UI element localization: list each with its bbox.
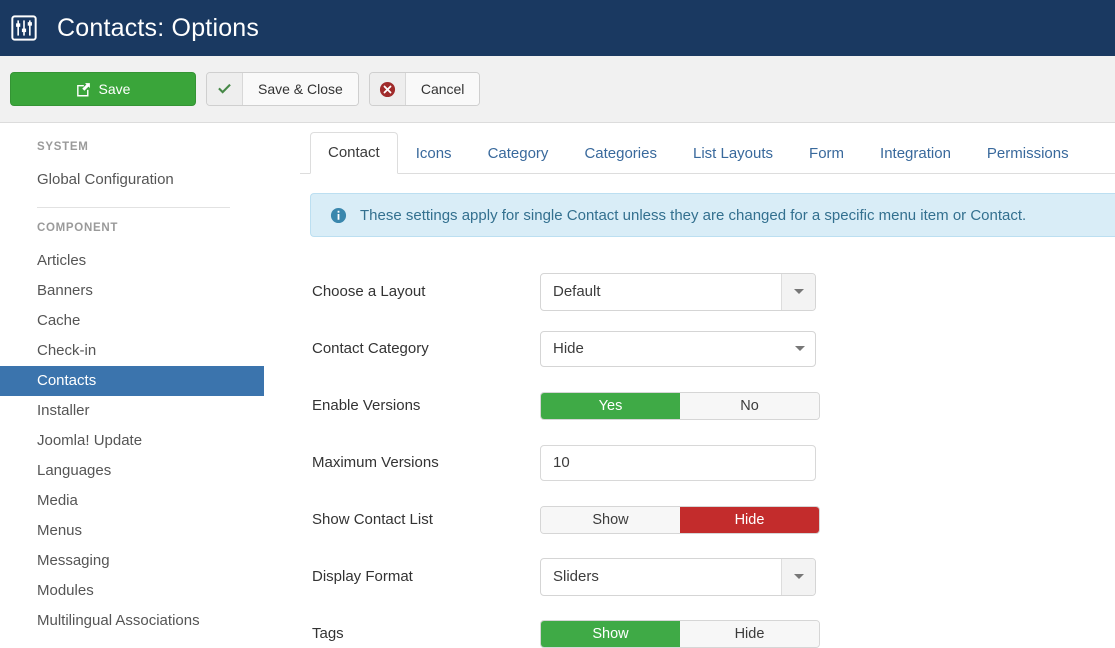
chevron-down-icon[interactable]: [781, 558, 815, 595]
chevron-down-icon[interactable]: [781, 273, 815, 310]
sidebar-component-list: Articles Banners Cache Check-in Contacts Inst…: [0, 246, 300, 636]
caret-glyph: [793, 289, 804, 294]
tab-list-layouts[interactable]: List Layouts: [675, 133, 791, 174]
sidebar-item-modules[interactable]: Modules: [0, 576, 300, 606]
sidebar-item-installer[interactable]: Installer: [0, 396, 300, 426]
field-label-maximum-versions: Maximum Versions: [312, 454, 439, 471]
toggle-option-no-enable-versions[interactable]: No: [680, 392, 819, 419]
form-row-tags: Tags Show Hide: [312, 605, 1115, 648]
form-row-enable-versions: Enable Versions Yes No: [312, 377, 1115, 434]
sidebar-item-multilingual-associations[interactable]: Multilingual Associations: [0, 606, 300, 636]
page-title: Contacts: Options: [57, 13, 260, 42]
field-label-contact-category: Contact Category: [312, 340, 429, 357]
chevron-down-icon: [795, 346, 805, 351]
sidebar-item-cache[interactable]: Cache: [0, 306, 300, 336]
field-label-display-format: Display Format: [312, 568, 413, 585]
sidebar-item-languages[interactable]: Languages: [0, 456, 300, 486]
toggle-option-hide-show-contact-list[interactable]: Hide: [680, 506, 819, 533]
check-icon: [207, 73, 243, 105]
page-header: Contacts: Options: [0, 0, 1115, 56]
form-row-maximum-versions: Maximum Versions: [312, 434, 1115, 491]
select-value-choose-a-layout: Default: [553, 283, 601, 300]
options-sliders-icon: [11, 15, 37, 41]
toggle-option-hide-tags[interactable]: Hide: [680, 620, 819, 647]
tab-icons[interactable]: Icons: [398, 133, 470, 174]
sidebar-item-menus[interactable]: Menus: [0, 516, 300, 546]
toolbar: Save Save & Close Cancel: [0, 56, 1115, 123]
sidebar-item-global-configuration[interactable]: Global Configuration: [0, 165, 300, 195]
cancel-label: Cancel: [405, 73, 480, 105]
form-row-choose-a-layout: Choose a Layout Default: [312, 263, 1115, 320]
sidebar-heading-component: COMPONENT: [37, 222, 119, 234]
sidebar-system-list: Global Configuration: [0, 165, 300, 195]
options-form: Choose a Layout Default Contact Category Hi…: [300, 237, 1115, 648]
caret-glyph: [793, 574, 804, 579]
save-and-close-label: Save & Close: [243, 73, 358, 105]
info-circle-icon: [330, 207, 347, 223]
edit-square-icon: [76, 82, 90, 97]
save-button[interactable]: Save: [10, 72, 196, 106]
field-label-show-contact-list: Show Contact List: [312, 511, 433, 528]
field-label-choose-a-layout: Choose a Layout: [312, 283, 426, 300]
sidebar-item-check-in[interactable]: Check-in: [0, 336, 300, 366]
tab-category[interactable]: Category: [470, 133, 567, 174]
tab-form[interactable]: Form: [791, 133, 862, 174]
form-row-show-contact-list: Show Contact List Show Hide: [312, 491, 1115, 548]
toggle-option-yes-enable-versions[interactable]: Yes: [541, 392, 680, 419]
save-and-close-button[interactable]: Save & Close: [206, 72, 359, 106]
sidebar-item-contacts[interactable]: Contacts: [0, 366, 264, 396]
select-contact-category[interactable]: Hide: [540, 330, 816, 367]
toggle-tags[interactable]: Show Hide: [540, 619, 820, 648]
select-choose-a-layout[interactable]: Default: [540, 272, 816, 311]
main-panel: Contact Icons Category Categories List Layou…: [300, 123, 1115, 648]
sidebar-heading-system: SYSTEM: [37, 141, 89, 153]
field-label-enable-versions: Enable Versions: [312, 397, 421, 414]
field-label-tags: Tags: [312, 625, 344, 642]
sidebar-divider: [37, 207, 230, 208]
form-row-display-format: Display Format Sliders: [312, 548, 1115, 605]
content-area: SYSTEM Global Configuration COMPONENT Ar…: [0, 123, 1115, 648]
sidebar: SYSTEM Global Configuration COMPONENT Ar…: [0, 123, 300, 648]
toggle-show-contact-list[interactable]: Show Hide: [540, 505, 820, 534]
info-alert-text: These settings apply for single Contact …: [360, 206, 1027, 224]
toggle-enable-versions[interactable]: Yes No: [540, 391, 820, 420]
cancel-button[interactable]: Cancel: [368, 72, 481, 106]
input-maximum-versions[interactable]: [540, 444, 816, 481]
sidebar-item-banners[interactable]: Banners: [0, 276, 300, 306]
sidebar-item-messaging[interactable]: Messaging: [0, 546, 300, 576]
toggle-option-show-show-contact-list[interactable]: Show: [541, 506, 680, 533]
tab-permissions[interactable]: Permissions: [969, 133, 1087, 174]
sidebar-item-articles[interactable]: Articles: [0, 246, 300, 276]
sidebar-item-media[interactable]: Media: [0, 486, 300, 516]
info-alert: These settings apply for single Contact …: [310, 193, 1115, 237]
toggle-option-show-tags[interactable]: Show: [541, 620, 680, 647]
select-display-format[interactable]: Sliders: [540, 557, 816, 596]
tab-integration[interactable]: Integration: [862, 133, 969, 174]
tab-categories[interactable]: Categories: [566, 133, 675, 174]
tab-contact[interactable]: Contact: [310, 132, 398, 174]
select-value-display-format: Sliders: [553, 568, 599, 585]
cancel-circle-icon: [369, 73, 406, 105]
form-row-contact-category: Contact Category Hide: [312, 320, 1115, 377]
save-button-label: Save: [98, 81, 131, 97]
sidebar-item-joomla-update[interactable]: Joomla! Update: [0, 426, 300, 456]
select-value-contact-category: Hide: [553, 340, 584, 357]
tab-bar: Contact Icons Category Categories List Layou…: [300, 132, 1115, 174]
